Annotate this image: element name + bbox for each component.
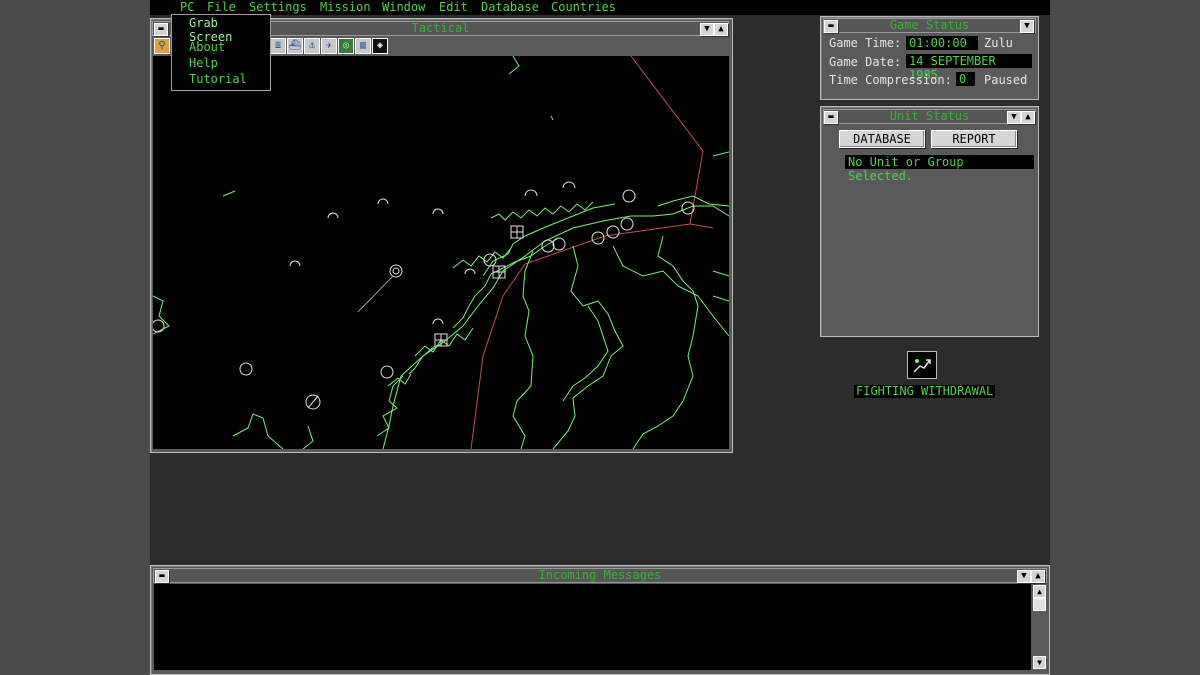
tactical-system-menu-button[interactable]: ▬ [154, 23, 168, 36]
game-status-title: Game Status [889, 18, 970, 32]
sub-contact-marker[interactable] [562, 181, 576, 189]
time-compression-value[interactable]: 0 [956, 72, 975, 86]
surface-group-marker[interactable] [389, 264, 403, 278]
base-marker [511, 226, 523, 238]
scroll-up-arrow-icon[interactable]: ▲ [1033, 585, 1046, 598]
game-status-titlebar[interactable]: Game Status [823, 18, 1036, 33]
menu-settings[interactable]: Settings [249, 0, 307, 15]
menu-file[interactable]: File [207, 0, 236, 15]
tactical-minimize-button[interactable]: ▼ [700, 23, 714, 36]
base-marker [435, 334, 447, 346]
unit-marker[interactable] [239, 362, 253, 376]
game-time-label: Game Time: [829, 36, 902, 50]
coastline [153, 56, 729, 449]
scroll-thumb[interactable] [1033, 598, 1046, 611]
sub-contact-marker[interactable] [464, 268, 476, 275]
menu-bar: PC File Settings Mission Window Edit Dat… [150, 0, 1050, 15]
menu-pc[interactable]: PC [180, 0, 194, 15]
messages-system-menu-button[interactable]: ▬ [155, 570, 169, 583]
unit-marker [307, 395, 319, 409]
messages-titlebar[interactable]: Incoming Messages [153, 568, 1047, 583]
unit-status-titlebar[interactable]: Unit Status [823, 109, 1036, 124]
menu-item-help[interactable]: Help [189, 56, 218, 70]
unit-selection-status: No Unit or Group Selected. [845, 155, 1034, 183]
sub-contact-marker[interactable] [524, 189, 538, 197]
unit-marker[interactable] [622, 189, 636, 203]
report-button[interactable]: REPORT [931, 130, 1017, 148]
sub-contact-marker[interactable] [377, 198, 389, 205]
fjord-details [387, 201, 594, 387]
unit-marker[interactable] [552, 237, 566, 251]
messages-maximize-button[interactable]: ▲ [1031, 570, 1045, 583]
map-svg [153, 56, 729, 449]
unit-marker[interactable] [380, 365, 394, 379]
unit-marker[interactable] [620, 217, 634, 231]
time-compression-label: Time Compression: [829, 73, 952, 87]
menu-item-tutorial[interactable]: Tutorial [189, 72, 247, 86]
messages-title: Incoming Messages [538, 568, 662, 582]
pc-menu-dropdown: Grab Screen About Help Tutorial [171, 14, 271, 91]
time-zone-label: Zulu [984, 36, 1013, 50]
letterbox-left [0, 0, 150, 675]
paused-label: Paused [984, 73, 1028, 87]
database-button[interactable]: DATABASE [839, 130, 925, 148]
game-status-system-menu-button[interactable]: ▬ [824, 20, 838, 33]
menu-edit[interactable]: Edit [439, 0, 468, 15]
menu-window[interactable]: Window [382, 0, 425, 15]
unit-status-system-menu-button[interactable]: ▬ [824, 111, 838, 124]
menu-item-grab-screen[interactable]: Grab Screen [175, 16, 267, 44]
messages-minimize-button[interactable]: ▼ [1017, 570, 1031, 583]
menu-countries[interactable]: Countries [551, 0, 616, 15]
tactical-maximize-button[interactable]: ▲ [714, 23, 728, 36]
unit-marker[interactable] [541, 239, 555, 253]
messages-scrollbar[interactable]: ▲ ▼ [1032, 584, 1046, 670]
menu-item-about[interactable]: About [189, 40, 225, 54]
base-icon[interactable]: ▥ [355, 38, 371, 54]
game-date-label: Game Date: [829, 55, 902, 69]
menu-mission[interactable]: Mission [320, 0, 371, 15]
game-time-value: 01:00:00 [906, 36, 978, 50]
menu-database[interactable]: Database [481, 0, 539, 15]
ship-icon[interactable]: ⛴ [287, 38, 303, 54]
unit-markers [153, 181, 695, 410]
sub-icon[interactable]: ⚓ [304, 38, 320, 54]
zoom-icon[interactable]: ⚲ [154, 38, 170, 54]
messages-list[interactable] [154, 584, 1031, 670]
fighting-withdrawal-icon [913, 359, 931, 373]
unit-status-title: Unit Status [889, 109, 970, 123]
posture-icon[interactable] [907, 351, 937, 379]
sub-contact-marker[interactable] [432, 318, 444, 325]
scroll-down-arrow-icon[interactable]: ▼ [1033, 656, 1046, 669]
aircraft-icon[interactable]: ✈ [321, 38, 337, 54]
course-line [357, 275, 394, 313]
tactical-map[interactable] [153, 56, 729, 449]
game-date-value: 14 SEPTEMBER 1985 [906, 54, 1032, 82]
sub-contact-marker[interactable] [327, 212, 339, 219]
unit-status-minimize-button[interactable]: ▼ [1007, 111, 1021, 124]
sub-contact-marker[interactable] [289, 260, 301, 267]
unit-marker[interactable] [606, 225, 620, 239]
radar-icon[interactable]: ◎ [338, 38, 354, 54]
surface-group-marker[interactable] [392, 267, 400, 275]
game-status-minimize-button[interactable]: ▼ [1020, 20, 1034, 33]
sub-contact-marker[interactable] [432, 208, 444, 215]
unit-icon[interactable]: ◈ [372, 38, 388, 54]
map-icon[interactable]: ≣ [270, 38, 286, 54]
unit-status-maximize-button[interactable]: ▲ [1021, 111, 1035, 124]
letterbox-right [1050, 0, 1200, 675]
posture-label: FIGHTING WITHDRAWAL [854, 384, 996, 398]
unit-marker[interactable] [153, 319, 165, 333]
